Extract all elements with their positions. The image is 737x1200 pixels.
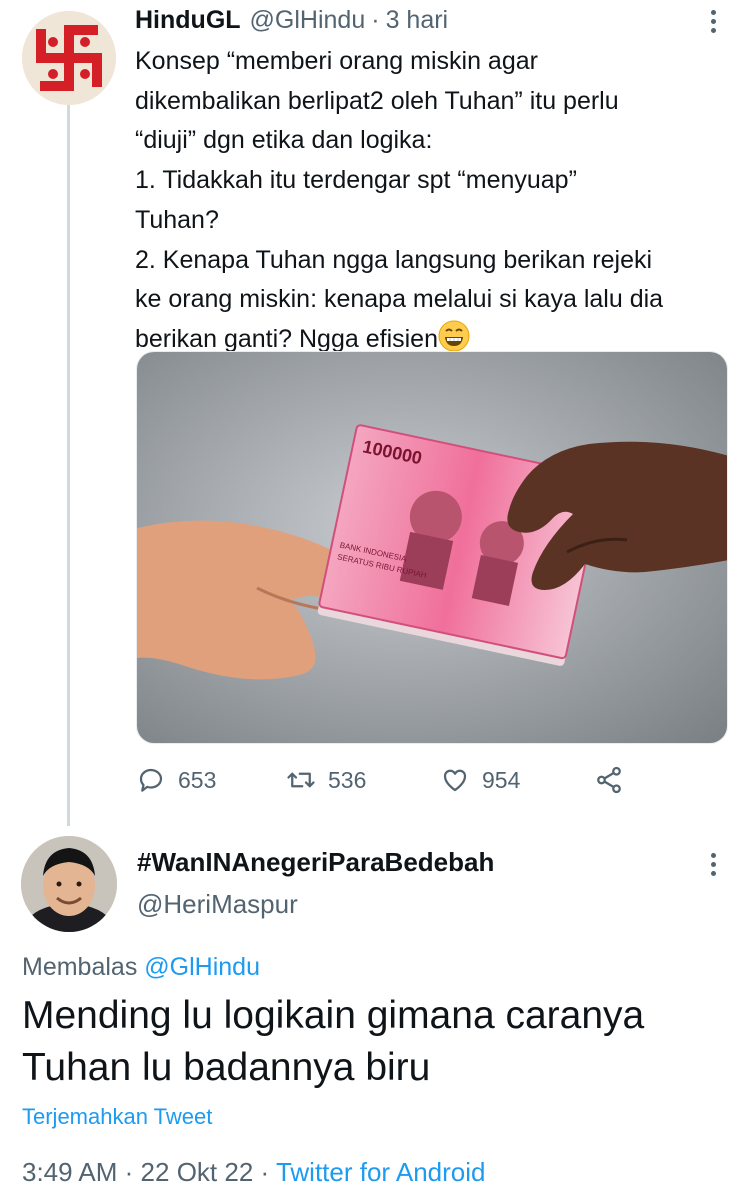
separator-dot: · [371,6,380,34]
retweet-button[interactable]: 536 [286,760,366,800]
share-button[interactable] [594,760,624,800]
reply-text: Mending lu logikain gimana caranya Tuhan… [22,990,722,1094]
swastika-icon [22,11,116,105]
more-options-icon[interactable] [711,853,717,876]
translate-tweet-link[interactable]: Terjemahkan Tweet [22,1104,212,1130]
tweet-text-line: 1. Tidakkah itu terdengar spt “menyuap” [135,166,577,195]
tweet-header: HinduGL @GlHindu · 3 hari [135,6,448,40]
author-handle[interactable]: @GlHindu [250,6,366,35]
separator-dot: · [124,1157,134,1187]
tweet-text-line: Tuhan? [135,205,219,234]
reply-author-name[interactable]: #WanINAnegeriParaBedebah [137,847,494,878]
tweet-photo[interactable]: 100000 BANK INDONESIA SERATUS RIBU RUPIA… [136,351,728,744]
author-name[interactable]: HinduGL [135,6,241,35]
separator-dot: · [260,1157,270,1187]
reply-time[interactable]: 3:49 AM [22,1157,117,1187]
share-icon [597,766,621,794]
tweet-text-line: “diuji” dgn etika dan logika: [135,126,433,155]
tweet-text-line: berikan ganti? Ngga efisien [135,324,438,353]
reply-text-line: Tuhan lu badannya biru [22,1046,431,1089]
tweet-actions: 653 536 954 [136,760,696,800]
tweet-text-line: dikembalikan berlipat2 oleh Tuhan” itu p… [135,86,619,115]
thread-connector-line [67,104,70,826]
reply-date[interactable]: 22 Okt 22 [141,1157,254,1187]
like-button[interactable]: 954 [440,760,520,800]
profile-photo [21,836,117,932]
tweet-text-line: 2. Kenapa Tuhan ngga langsung berikan re… [135,245,653,274]
replying-label: Membalas [22,953,138,981]
tweet-meta: 3:49 AM · 22 Okt 22 · Twitter for Androi… [22,1157,486,1188]
tweet-text-line: ke orang miskin: kenapa melalui si kaya … [135,285,664,314]
like-count: 954 [482,766,521,793]
replying-to: Membalas @GlHindu [22,953,260,982]
reply-icon [139,768,163,792]
tweet-time[interactable]: 3 hari [386,6,449,35]
money-handover-photo: 100000 BANK INDONESIA SERATUS RIBU RUPIA… [137,352,727,743]
retweet-icon [287,772,315,788]
retweet-count: 536 [328,766,367,793]
replying-to-mention[interactable]: @GlHindu [144,953,260,981]
tweet-source-link[interactable]: Twitter for Android [276,1157,486,1187]
more-options-icon[interactable] [711,10,717,33]
reply-author-handle[interactable]: @HeriMaspur [137,889,298,920]
tweet-text-line: Konsep “memberi orang miskin agar [135,47,538,75]
reply-button[interactable]: 653 [136,760,216,800]
reply-text-line: Mending lu logikain gimana caranya [22,994,645,1037]
tweet-text: Konsep “memberi orang miskin agar dikemb… [135,42,725,365]
avatar[interactable] [22,11,116,105]
reply-count: 653 [178,766,217,793]
reply-avatar[interactable] [21,836,117,932]
heart-icon [443,769,467,792]
